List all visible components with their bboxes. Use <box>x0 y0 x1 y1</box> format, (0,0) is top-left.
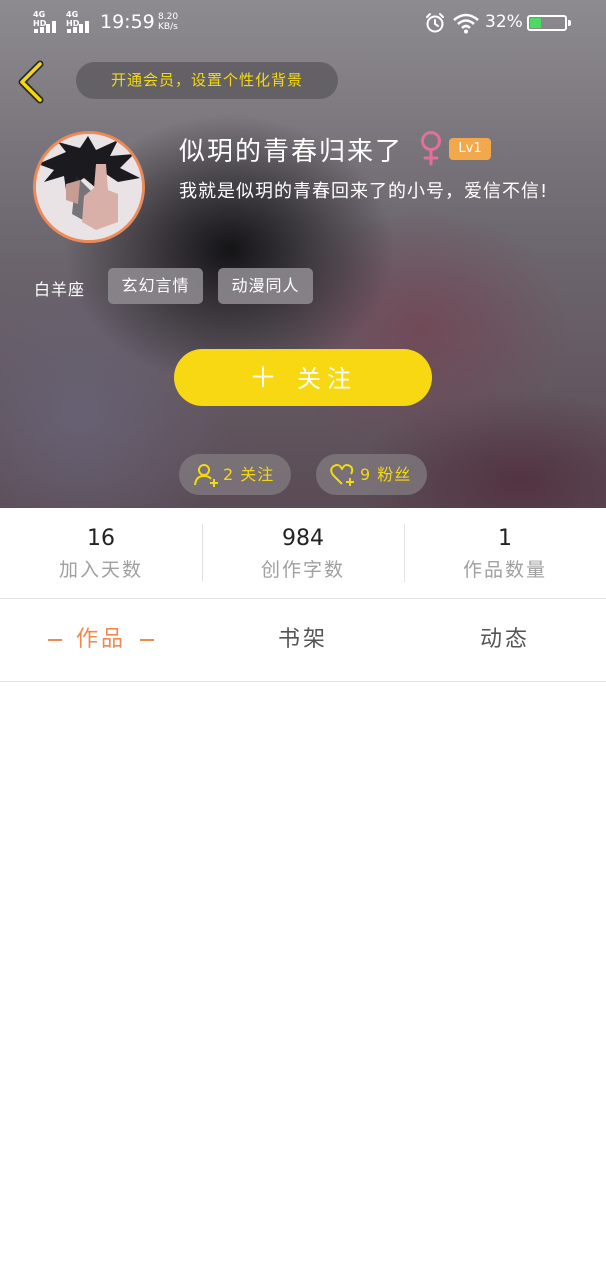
network-speed: 8.20 KB/s <box>158 12 178 32</box>
following-count: 2 关注 <box>223 465 275 484</box>
tab-bar: 作品 书架 动态 <box>0 599 606 682</box>
stat-value: 984 <box>282 526 324 551</box>
alarm-icon <box>426 13 444 33</box>
avatar-image <box>36 134 142 240</box>
user-bio: 我就是似玥的青春回来了的小号，爱信不信! <box>179 181 549 202</box>
profile-header: 4G HD 4G HD 19:59 8.20 KB/s 32% 开通会员，设置个… <box>0 0 606 508</box>
stats-row: 16 加入天数 984 创作字数 1 作品数量 <box>0 508 606 599</box>
username: 似玥的青春归来了 <box>179 137 404 167</box>
stat-word-count: 984 创作字数 <box>202 508 404 598</box>
stat-works-count: 1 作品数量 <box>404 508 606 598</box>
tab-label: 作品 <box>75 627 126 652</box>
level-badge: Lv1 <box>449 138 491 160</box>
fans-count: 9 粉丝 <box>360 465 412 484</box>
tab-activity[interactable]: 动态 <box>404 599 606 681</box>
zodiac-label: 白羊座 <box>34 280 86 299</box>
status-bar: 4G HD 4G HD 19:59 8.20 KB/s 32% <box>0 0 606 46</box>
heart-add-icon <box>330 464 354 486</box>
follow-button[interactable]: ＋ 关注 <box>174 349 432 406</box>
stat-value: 1 <box>498 526 512 551</box>
stat-label: 加入天数 <box>58 559 143 581</box>
wifi-icon <box>453 13 479 34</box>
plus-icon: ＋ <box>248 361 283 394</box>
fans-count-button[interactable]: 9 粉丝 <box>316 454 427 495</box>
tab-indicator <box>47 639 62 641</box>
avatar[interactable] <box>33 131 145 243</box>
tab-works[interactable]: 作品 <box>0 599 202 681</box>
stat-join-days: 16 加入天数 <box>0 508 202 598</box>
stat-label: 作品数量 <box>462 559 547 581</box>
following-count-button[interactable]: 2 关注 <box>179 454 291 495</box>
genre-tag[interactable]: 玄幻言情 <box>108 268 203 304</box>
tab-bookshelf[interactable]: 书架 <box>202 599 404 681</box>
speed-unit: KB/s <box>158 22 178 32</box>
speed-value: 8.20 <box>158 12 179 22</box>
battery-icon <box>527 15 571 31</box>
user-add-icon <box>194 464 218 487</box>
genre-tag[interactable]: 动漫同人 <box>218 268 313 304</box>
vip-background-banner[interactable]: 开通会员，设置个性化背景 <box>76 62 338 99</box>
battery-percent: 32% <box>485 12 523 32</box>
tab-label: 动态 <box>479 627 530 652</box>
stat-label: 创作字数 <box>260 559 345 581</box>
follow-button-label: 关注 <box>297 365 357 393</box>
clock: 19:59 <box>100 11 155 33</box>
tab-indicator <box>140 639 154 641</box>
back-arrow-icon[interactable] <box>16 60 46 104</box>
stat-value: 16 <box>87 526 115 551</box>
tab-label: 书架 <box>277 627 328 652</box>
female-gender-icon <box>421 131 441 166</box>
